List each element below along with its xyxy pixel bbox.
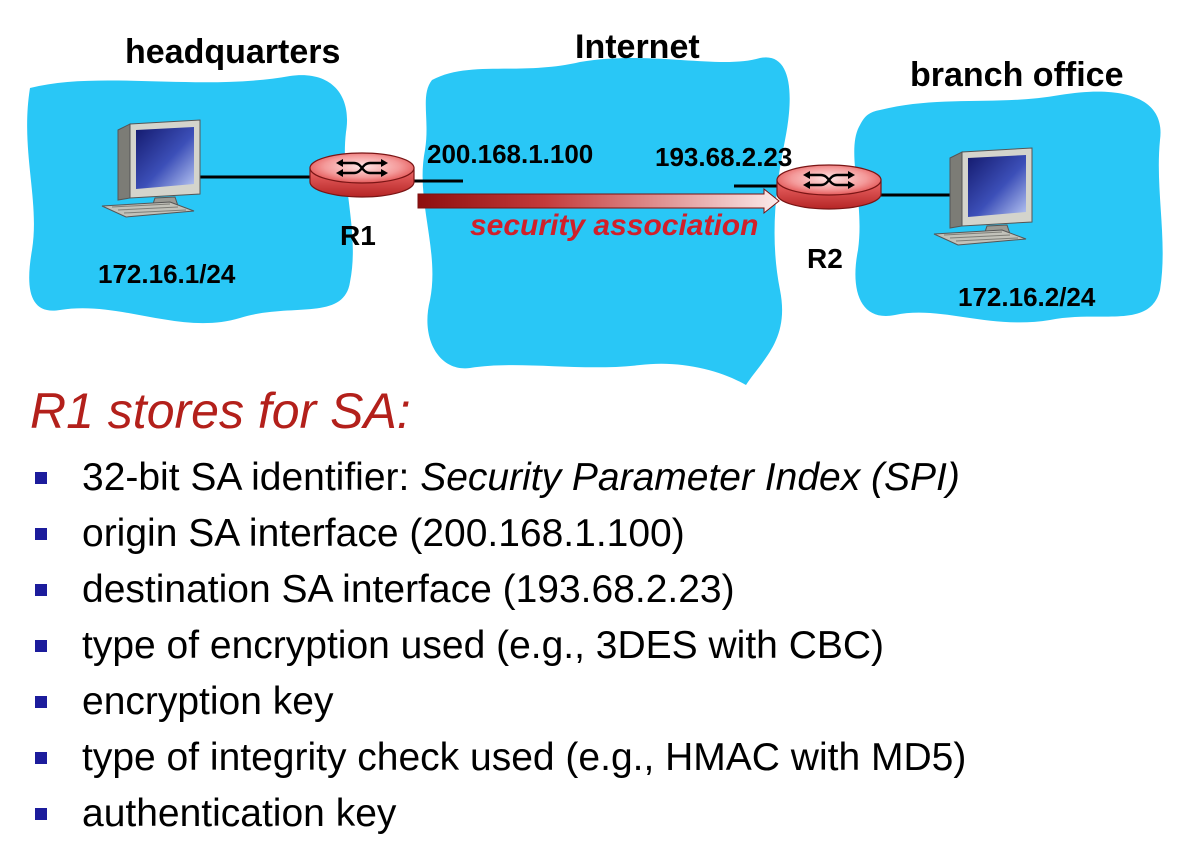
list-item: 32-bit SA identifier: Security Parameter… [0,450,966,506]
bullet-text: authentication key [82,792,397,835]
square-bullet-icon [35,808,47,820]
branch-office-label: branch office [910,56,1123,94]
r2-interface-ip: 193.68.2.23 [655,142,792,172]
network-diagram: headquarters Internet branch office 200.… [27,28,1163,385]
bullet-text: type of encryption used (e.g., 3DES with… [82,624,885,667]
bullet-text: destination SA interface (193.68.2.23) [82,568,735,611]
headquarters-label: headquarters [125,33,340,71]
square-bullet-icon [35,472,47,484]
bullet-text: encryption key [82,680,334,723]
security-association-label: security association [470,209,758,242]
sa-fields-list: 32-bit SA identifier: Security Parameter… [0,450,966,842]
router-r1-label: R1 [340,220,376,251]
bullet-text: type of integrity check used (e.g., HMAC… [82,736,967,779]
bullet-text: 32-bit SA identifier: [82,456,421,499]
square-bullet-icon [35,584,47,596]
router-r1-icon [309,152,415,198]
square-bullet-icon [35,640,47,652]
list-item: origin SA interface (200.168.1.100) [0,506,966,562]
list-item: type of integrity check used (e.g., HMAC… [0,730,966,786]
monitor-side [117,123,131,201]
bullet-emphasis: Security Parameter Index (SPI) [420,456,960,499]
monitor-side [949,151,963,229]
bullet-text: origin SA interface (200.168.1.100) [82,512,685,555]
branch-subnet-label: 172.16.2/24 [958,282,1096,312]
internet-label: Internet [575,28,700,66]
list-item: destination SA interface (193.68.2.23) [0,562,966,618]
r1-interface-ip: 200.168.1.100 [427,139,593,169]
hq-subnet-label: 172.16.1/24 [98,259,236,289]
list-item: encryption key [0,674,966,730]
monitor-screen [968,155,1026,217]
slide-title: R1 stores for SA: [30,383,411,439]
square-bullet-icon [35,696,47,708]
router-r2-label: R2 [807,243,843,274]
monitor-screen [136,127,194,189]
square-bullet-icon [35,528,47,540]
list-item: type of encryption used (e.g., 3DES with… [0,618,966,674]
router-r2-icon [776,164,882,210]
list-item: authentication key [0,786,966,842]
square-bullet-icon [35,752,47,764]
